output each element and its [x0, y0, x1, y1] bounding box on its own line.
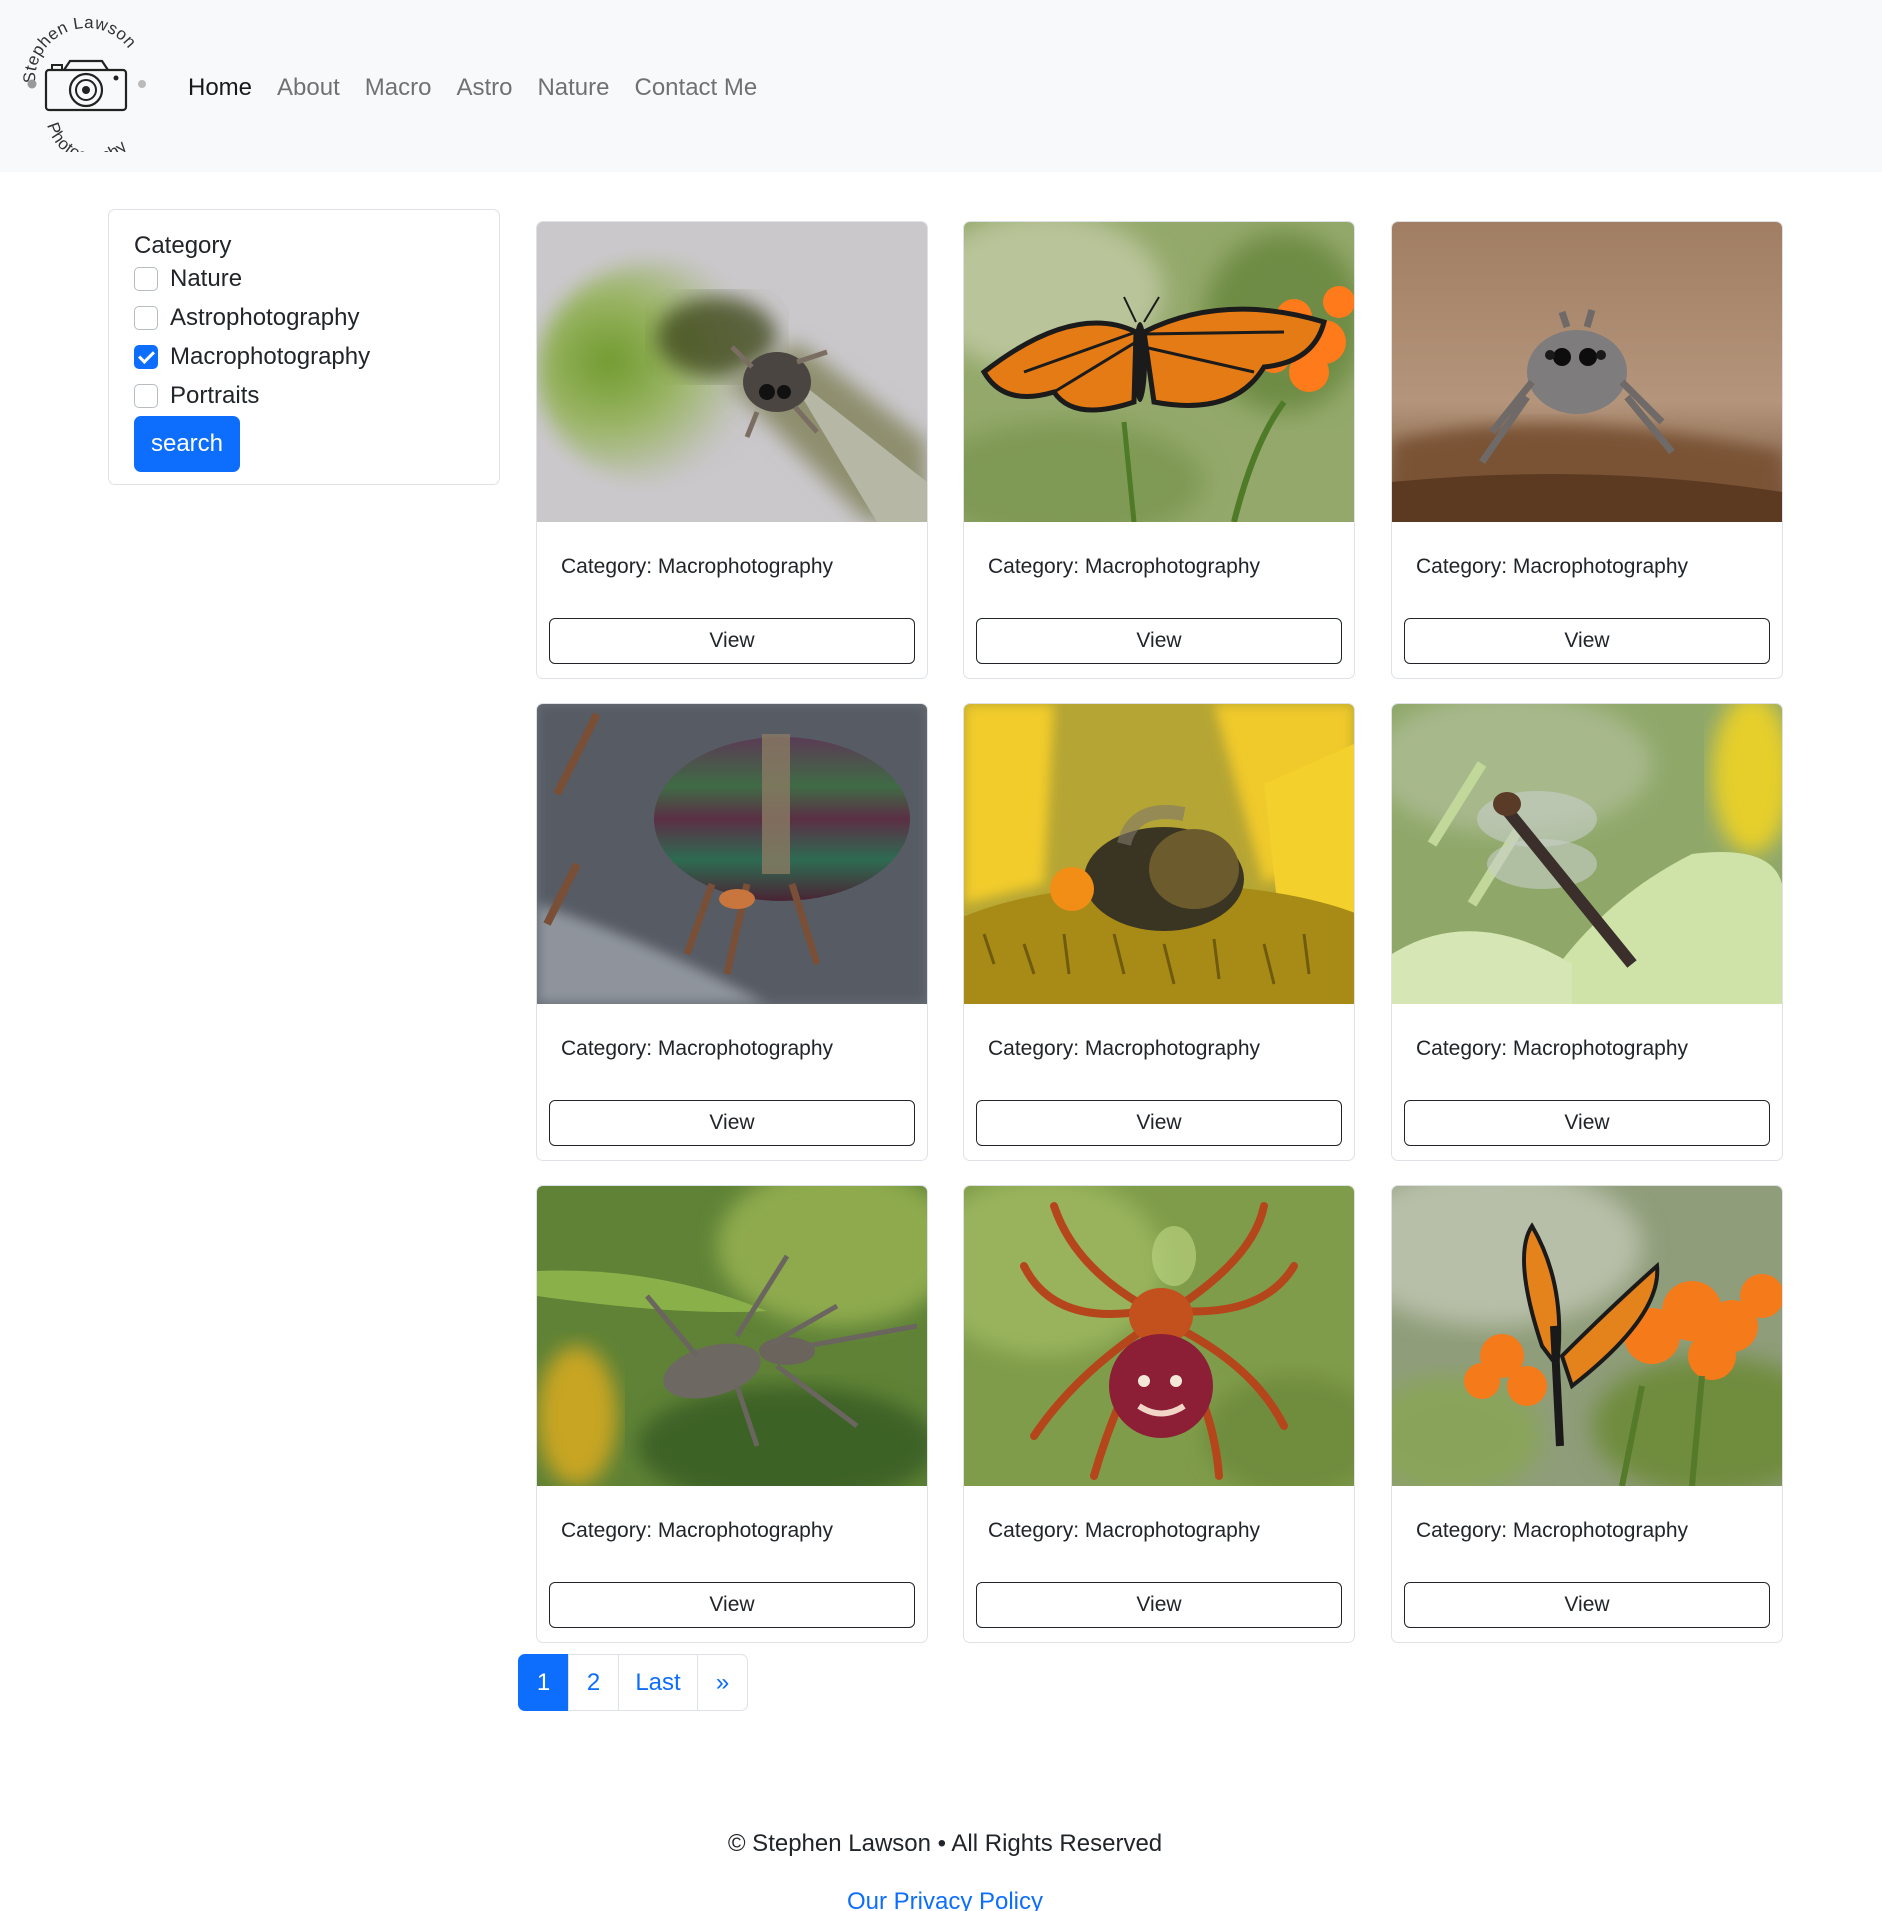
filter-option-astrophotography[interactable]: Astrophotography [134, 301, 359, 335]
brand-logo[interactable]: Stephen Lawson Photography [18, 13, 152, 166]
view-button[interactable]: View [976, 1100, 1342, 1146]
view-button[interactable]: View [549, 1100, 915, 1146]
astrophotography-checkbox[interactable] [134, 306, 158, 330]
pagination: 1 2 Last » [518, 1654, 748, 1711]
camera-logo-icon: Stephen Lawson Photography [20, 13, 146, 166]
photo-card: Category: Macrophotography View [963, 1185, 1355, 1643]
monarch-butterfly-photo[interactable] [964, 222, 1354, 522]
footer-copyright: © Stephen Lawson • All Rights Reserved [727, 1830, 1163, 1857]
jumping-spider-on-stem-photo[interactable] [537, 222, 927, 522]
photo-card: Category: Macrophotography View [536, 221, 928, 679]
card-category: Category: Macrophotography [1416, 1519, 1688, 1542]
astrophotography-label: Astrophotography [170, 304, 360, 331]
nav-astro[interactable]: Astro [456, 70, 512, 106]
portraits-label: Portraits [170, 382, 260, 409]
macrophotography-checkbox[interactable] [134, 345, 158, 369]
page-2-link[interactable]: 2 [568, 1654, 619, 1711]
filter-option-macrophotography[interactable]: Macrophotography [134, 340, 370, 374]
assassin-bug-photo[interactable] [537, 1186, 927, 1486]
card-category: Category: Macrophotography [988, 1037, 1260, 1060]
photo-card: Category: Macrophotography View [536, 703, 928, 1161]
nav-nature[interactable]: Nature [537, 70, 609, 106]
privacy-policy-link[interactable]: Our Privacy Policy [0, 1885, 1882, 1911]
nav-macro[interactable]: Macro [365, 70, 432, 106]
orb-weaver-spider-photo[interactable] [964, 1186, 1354, 1486]
nature-checkbox[interactable] [134, 267, 158, 291]
view-button[interactable]: View [1404, 618, 1770, 664]
view-button[interactable]: View [976, 1582, 1342, 1628]
dragonfly-on-plant-photo[interactable] [1392, 704, 1782, 1004]
view-button[interactable]: View [549, 618, 915, 664]
card-category: Category: Macrophotography [561, 555, 833, 578]
logo-text-top: Stephen Lawson [20, 13, 140, 84]
card-category: Category: Macrophotography [1416, 555, 1688, 578]
monarch-on-milkweed-photo[interactable] [1392, 1186, 1782, 1486]
card-category: Category: Macrophotography [1416, 1037, 1688, 1060]
view-button[interactable]: View [976, 618, 1342, 664]
filter-title: Category [134, 232, 232, 259]
macrophotography-label: Macrophotography [170, 343, 371, 370]
jumping-spider-on-wood-photo[interactable] [1392, 222, 1782, 522]
bumblebee-on-sunflower-photo[interactable] [964, 704, 1354, 1004]
search-button[interactable]: search [134, 416, 240, 472]
nav-contact-me[interactable]: Contact Me [635, 70, 758, 106]
photo-card: Category: Macrophotography View [536, 1185, 928, 1643]
nav-home[interactable]: Home [188, 70, 252, 106]
view-button[interactable]: View [1404, 1582, 1770, 1628]
horsefly-eyes-photo[interactable] [537, 704, 927, 1004]
filter-option-nature[interactable]: Nature [134, 262, 242, 296]
portraits-checkbox[interactable] [134, 384, 158, 408]
svg-text:Photography: Photography [43, 120, 131, 152]
navbar: Stephen Lawson Photography Home About Ma… [0, 0, 1882, 172]
card-category: Category: Macrophotography [988, 555, 1260, 578]
main-nav: Home About Macro Astro Nature Contact Me [188, 70, 782, 106]
page-last-link[interactable]: Last [618, 1654, 698, 1711]
nature-label: Nature [170, 265, 243, 292]
page-1-link[interactable]: 1 [518, 1654, 569, 1711]
photo-card: Category: Macrophotography View [1391, 1185, 1783, 1643]
photo-card: Category: Macrophotography View [963, 221, 1355, 679]
photo-card: Category: Macrophotography View [1391, 703, 1783, 1161]
photo-card: Category: Macrophotography View [963, 703, 1355, 1161]
photo-card: Category: Macrophotography View [1391, 221, 1783, 679]
card-category: Category: Macrophotography [561, 1519, 833, 1542]
view-button[interactable]: View [549, 1582, 915, 1628]
category-filter-panel: Category Nature Astrophotography Macroph… [108, 209, 500, 485]
view-button[interactable]: View [1404, 1100, 1770, 1146]
logo-text-bottom: Photography [43, 120, 130, 166]
card-category: Category: Macrophotography [988, 1519, 1260, 1542]
filter-option-portraits[interactable]: Portraits [134, 379, 259, 413]
nav-about[interactable]: About [277, 70, 340, 106]
page-next-link[interactable]: » [697, 1654, 748, 1711]
svg-text:Stephen Lawson: Stephen Lawson [20, 18, 141, 84]
card-category: Category: Macrophotography [561, 1037, 833, 1060]
